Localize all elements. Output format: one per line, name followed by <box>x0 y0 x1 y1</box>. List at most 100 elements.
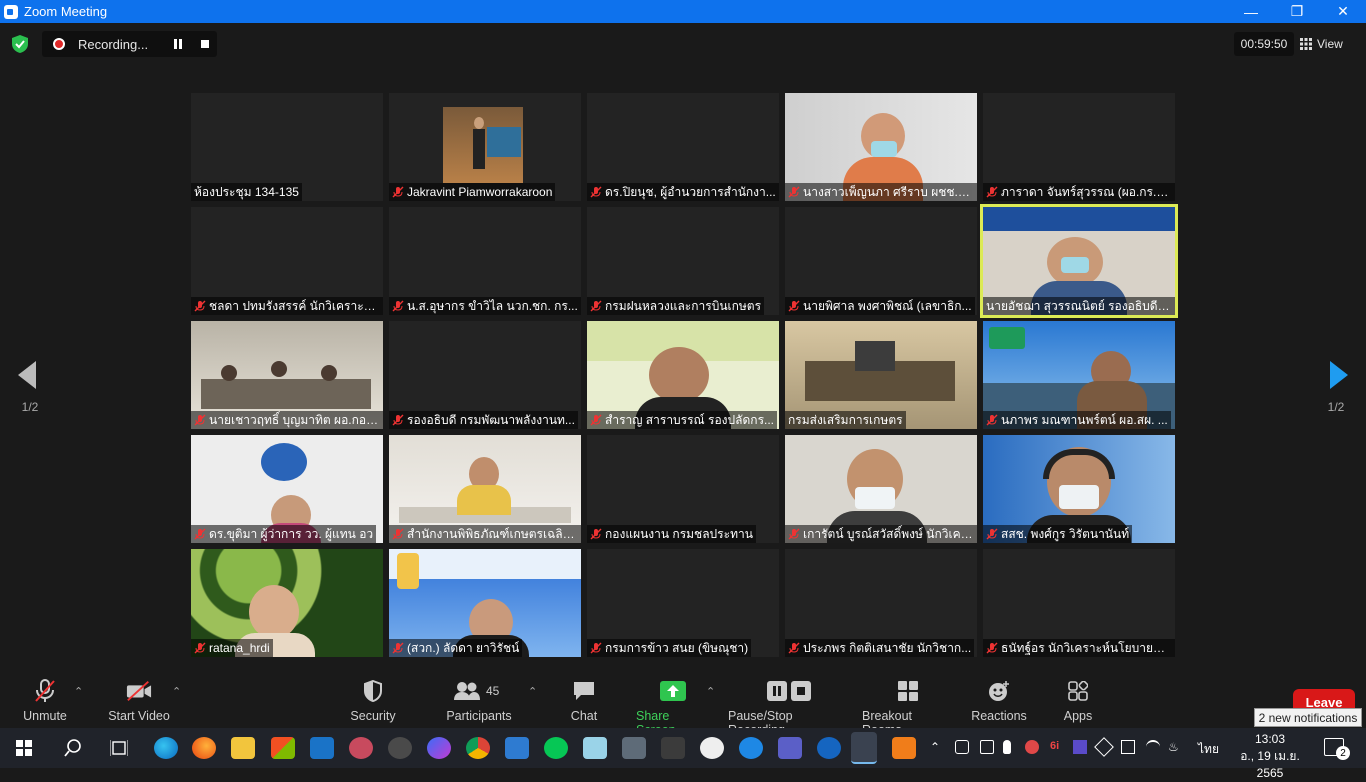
system-clock[interactable]: 13:03 อ., 19 เม.ย. 2565 <box>1228 731 1312 782</box>
security-shield-icon[interactable] <box>12 35 28 53</box>
participant-tile[interactable]: ดร.ปิยนุช, ผู้อำนวยการสำนักงา... <box>587 93 779 201</box>
unmute-button[interactable]: Unmute <box>22 679 68 723</box>
security-button[interactable]: Security <box>350 679 396 723</box>
previous-page-icon[interactable] <box>18 361 38 389</box>
start-video-button[interactable]: Start Video <box>108 679 170 723</box>
participant-tile[interactable]: เการัตน์ บูรณ์สวัสดิ์พงษ์ นักวิเคร... <box>785 435 977 543</box>
participant-name-bar: รองอธิบดี กรมพัฒนาพลังงานท... <box>389 411 578 429</box>
next-page-icon[interactable] <box>1328 361 1348 389</box>
view-button[interactable]: View <box>1300 32 1360 56</box>
reactions-button[interactable]: Reactions <box>971 679 1027 723</box>
participant-tile[interactable]: ธนัทฐ์อร นักวิเคราะห์นโยบายและ... <box>983 549 1175 657</box>
participant-tile[interactable]: กองแผนงาน กรมชลประทาน <box>587 435 779 543</box>
store-icon[interactable] <box>271 737 295 759</box>
participant-name: สำนักงานพิพิธภัณฑ์เกษตรเฉลิม... <box>407 526 578 541</box>
clock-app-icon[interactable] <box>700 737 724 759</box>
participants-count: 45 <box>486 684 500 698</box>
participant-tile[interactable]: (สวก.) ลัดดา ยาวิรัชน์ <box>389 549 581 657</box>
stop-recording-icon[interactable] <box>200 39 210 49</box>
video-off-icon <box>126 681 152 701</box>
participant-tile[interactable]: ชลดา ปทมรังสรรค์ นักวิเคราะห์น... <box>191 207 383 315</box>
chat-button[interactable]: Chat <box>566 679 602 723</box>
participant-tile[interactable]: นายพิศาล พงศาพิชณ์ (เลขาธิก... <box>785 207 977 315</box>
search-icon[interactable] <box>64 739 82 757</box>
participant-name: (สวก.) ลัดดา ยาวิรัชน์ <box>407 640 520 655</box>
participant-tile[interactable]: สสช. พงศ์กูร วิรัตนานันท์ <box>983 435 1175 543</box>
participant-tile[interactable]: สำนักงานพิพิธภัณฑ์เกษตรเฉลิม... <box>389 435 581 543</box>
zoom-taskbar-icon[interactable] <box>851 732 877 764</box>
tray-volume-muted-icon[interactable]: ♨ <box>1168 740 1182 754</box>
participant-name-bar: (สวก.) ลัดดา ยาวิรัชน์ <box>389 639 523 657</box>
participant-tile[interactable]: กรมการข้าว สนย (ขิษณุชา) <box>587 549 779 657</box>
notification-count-badge: 2 <box>1336 746 1350 760</box>
vpn-globe-icon[interactable] <box>817 737 841 759</box>
participants-caret-icon[interactable]: ⌃ <box>528 685 537 698</box>
teams-classic-icon[interactable] <box>505 737 529 759</box>
maximize-icon[interactable]: ❐ <box>1274 0 1320 23</box>
paint-icon[interactable] <box>349 737 373 759</box>
tray-battery-icon[interactable] <box>1121 740 1135 754</box>
tray-usb-icon[interactable] <box>980 740 994 754</box>
participant-tile[interactable]: รองอธิบดี กรมพัฒนาพลังงานท... <box>389 321 581 429</box>
participant-tile[interactable]: นายอัชฌา สุวรรณนิตย์ รองอธิบดีก... <box>980 204 1178 318</box>
tray-recording-icon[interactable] <box>1025 740 1039 754</box>
notification-toast[interactable]: 2 new notifications <box>1254 708 1362 727</box>
tray-6i-icon[interactable]: 6i <box>1050 740 1064 754</box>
participants-button[interactable]: 45 Participants <box>446 679 512 723</box>
chrome-icon[interactable] <box>466 737 490 759</box>
network-share-icon[interactable] <box>739 737 763 759</box>
nvidia-icon[interactable] <box>661 737 685 759</box>
close-icon[interactable]: ✕ <box>1320 0 1366 23</box>
pause-recording-icon[interactable] <box>173 39 183 49</box>
tray-camera-icon[interactable] <box>955 740 969 754</box>
share-options-caret-icon[interactable]: ⌃ <box>706 685 715 698</box>
participant-name-bar: กรมฝนหลวงและการบินเกษตร <box>587 297 765 315</box>
calculator-icon[interactable] <box>622 737 646 759</box>
tray-mic-icon[interactable] <box>1003 740 1011 754</box>
clock-date: อ., 19 เม.ย. 2565 <box>1240 749 1300 780</box>
apps-label: Apps <box>1063 709 1093 723</box>
participant-name-bar: น.ส.อุษากร ขำวิไล นวก.ชก. กร... <box>389 297 581 315</box>
mail-icon[interactable] <box>310 737 334 759</box>
start-video-label: Start Video <box>108 709 170 723</box>
participant-tile[interactable]: Jakravint Piamworrakaroon <box>389 93 581 201</box>
participant-tile[interactable]: กรมฝนหลวงและการบินเกษตร <box>587 207 779 315</box>
tray-expand-icon[interactable]: ⌃ <box>930 740 944 754</box>
settings-gear-icon[interactable] <box>388 737 412 759</box>
title-bar: Zoom Meeting — ❐ ✕ <box>0 0 1366 23</box>
notes-icon[interactable] <box>583 737 607 759</box>
windows-start-icon[interactable] <box>16 740 32 756</box>
minimize-icon[interactable]: — <box>1228 0 1274 23</box>
muted-mic-icon <box>590 414 602 426</box>
participant-tile[interactable]: น.ส.อุษากร ขำวิไล นวก.ชก. กร... <box>389 207 581 315</box>
participant-tile[interactable]: สำราญ สาราบรรณ์ รองปลัดกร... <box>587 321 779 429</box>
participant-name-bar: ประภพร กิตติเสนาชัย นักวิชาก... <box>785 639 975 657</box>
file-explorer-icon[interactable] <box>231 737 255 759</box>
line-app-icon[interactable] <box>544 737 568 759</box>
participant-tile[interactable]: นภาพร มณฑานพร์ตน์ ผอ.สผ. ... <box>983 321 1175 429</box>
muted-mic-icon <box>590 642 602 654</box>
tray-airplane-icon[interactable] <box>1094 737 1114 757</box>
video-options-caret-icon[interactable]: ⌃ <box>172 685 181 698</box>
participant-tile[interactable]: กรมส่งเสริมการเกษตร <box>785 321 977 429</box>
messenger-icon[interactable] <box>427 737 451 759</box>
teams-icon[interactable] <box>778 737 802 759</box>
audio-options-caret-icon[interactable]: ⌃ <box>74 685 83 698</box>
apps-button[interactable]: Apps <box>1062 679 1094 723</box>
pdf-app-icon[interactable] <box>892 737 916 759</box>
clock-time: 13:03 <box>1254 732 1286 746</box>
participant-tile[interactable]: นางสาวเพ็ญนภา ศรีราบ ผชช.ด้... <box>785 93 977 201</box>
window-title: Zoom Meeting <box>24 4 108 19</box>
participant-tile[interactable]: ห้องประชุม 134-135 <box>191 93 383 201</box>
tray-wifi-icon[interactable] <box>1146 740 1160 754</box>
participant-tile[interactable]: ดร.ขุติมา ผู้ว่าการ วว. ผู้แทน อว <box>191 435 383 543</box>
edge-browser-icon[interactable] <box>154 737 178 759</box>
firefox-icon[interactable] <box>192 737 216 759</box>
participant-tile[interactable]: ภาราดา จันทร์สุวรรณ (ผอ.กร.2... <box>983 93 1175 201</box>
task-view-icon[interactable] <box>110 739 128 757</box>
input-language[interactable]: ไทย <box>1198 740 1219 759</box>
tray-monitor-icon[interactable] <box>1073 740 1087 754</box>
participant-tile[interactable]: นายเชาวฤทธิ์ บุญมาทิต ผอ.กอง... <box>191 321 383 429</box>
participant-tile[interactable]: ประภพร กิตติเสนาชัย นักวิชาก... <box>785 549 977 657</box>
participant-tile[interactable]: ratana_hrdi <box>191 549 383 657</box>
